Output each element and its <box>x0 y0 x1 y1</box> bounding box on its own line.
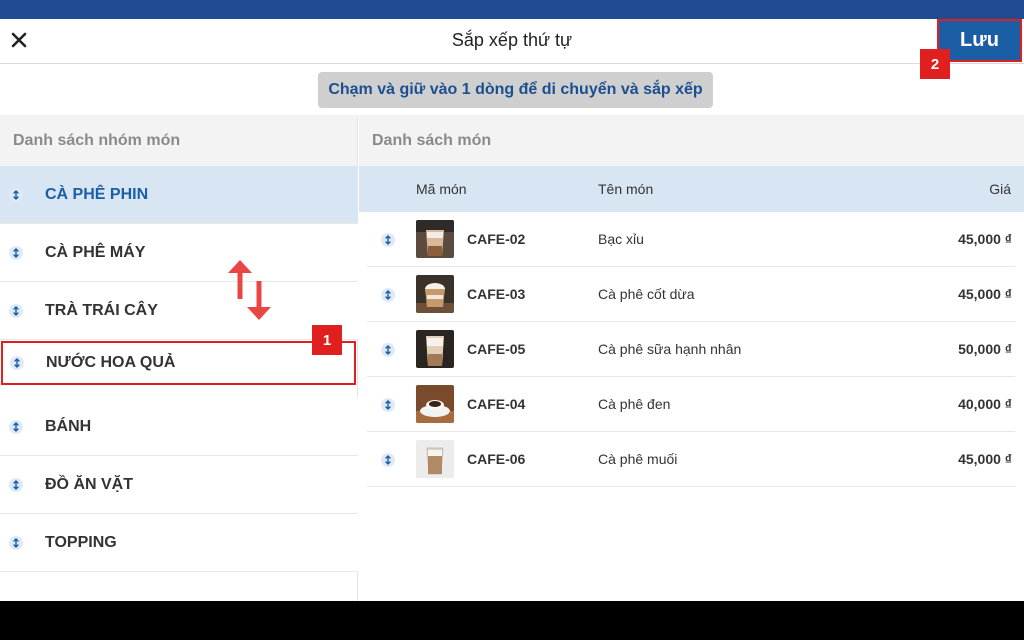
dish-code: CAFE-03 <box>467 286 526 302</box>
group-label: CÀ PHÊ MÁY <box>45 243 146 261</box>
bottom-bar <box>0 601 1024 640</box>
drag-handle-icon[interactable] <box>381 398 395 412</box>
drag-handle-icon[interactable] <box>9 245 23 260</box>
group-label: CÀ PHÊ PHIN <box>45 185 149 203</box>
dish-price: 40,000 ₫ <box>958 396 1012 412</box>
header-bar: Sắp xếp thứ tự Lưu <box>0 19 1024 64</box>
group-label: TOPPING <box>45 533 117 551</box>
group-row-banh[interactable]: BÁNH <box>0 398 358 456</box>
annotation-badge-2: 2 <box>920 49 950 79</box>
drag-handle-icon[interactable] <box>381 453 395 467</box>
dish-thumbnail <box>416 385 454 423</box>
group-row-ca-phe-phin[interactable]: CÀ PHÊ PHIN <box>0 166 358 224</box>
dish-row-cafe-02[interactable]: CAFE-02 Bạc xỉu 45,000 ₫ <box>367 212 1015 267</box>
group-row-ca-phe-may[interactable]: CÀ PHÊ MÁY <box>0 224 358 282</box>
group-label: BÁNH <box>45 417 92 435</box>
dish-code: CAFE-02 <box>467 231 526 247</box>
drag-handle-icon[interactable] <box>9 303 23 318</box>
group-row-topping[interactable]: TOPPING <box>0 514 358 572</box>
column-header-name: Tên món <box>598 181 654 197</box>
group-list-header: Danh sách nhóm món <box>0 115 357 166</box>
dish-name: Bạc xỉu <box>598 231 644 247</box>
column-header-code: Mã món <box>416 181 467 197</box>
drag-handle-icon[interactable] <box>9 187 23 202</box>
dish-name: Cà phê sữa hạnh nhân <box>598 341 742 357</box>
group-label: ĐỒ ĂN VẶT <box>45 475 133 493</box>
drag-handle-icon[interactable] <box>381 233 395 247</box>
hint-area: Chạm và giữ vào 1 dòng để di chuyển và s… <box>0 64 1024 115</box>
dish-thumbnail <box>416 330 454 368</box>
group-row-do-an-vat[interactable]: ĐỒ ĂN VẶT <box>0 456 358 514</box>
page-title: Sắp xếp thứ tự <box>451 30 573 50</box>
dish-row-cafe-06[interactable]: CAFE-06 Cà phê muối 45,000 ₫ <box>367 432 1015 487</box>
dish-code: CAFE-04 <box>467 396 526 412</box>
drag-handle-icon[interactable] <box>9 535 23 550</box>
dish-name: Cà phê muối <box>598 451 678 467</box>
group-label: NƯỚC HOA QUẢ <box>46 354 176 371</box>
dish-thumbnail <box>416 440 454 478</box>
column-header-price: Giá <box>989 181 1011 197</box>
dish-code: CAFE-06 <box>467 451 526 467</box>
annotation-badge-1: 1 <box>312 325 342 355</box>
reorder-arrows-icon <box>222 257 276 323</box>
dish-price: 45,000 ₫ <box>958 451 1012 467</box>
dragging-group-row-nuoc-hoa-qua[interactable]: NƯỚC HOA QUẢ <box>1 341 356 385</box>
group-row-tra-trai-cay[interactable]: TRÀ TRÁI CÂY <box>0 282 358 340</box>
dish-name: Cà phê cốt dừa <box>598 286 695 302</box>
drag-handle-icon[interactable] <box>10 356 24 370</box>
drag-handle-icon[interactable] <box>381 343 395 357</box>
dish-thumbnail <box>416 275 454 313</box>
drag-handle-icon[interactable] <box>9 477 23 492</box>
dish-code: CAFE-05 <box>467 341 526 357</box>
drag-handle-icon[interactable] <box>381 288 395 302</box>
dish-price: 45,000 ₫ <box>958 231 1012 247</box>
drag-handle-icon[interactable] <box>9 419 23 434</box>
hint-banner: Chạm và giữ vào 1 dòng để di chuyển và s… <box>318 72 713 108</box>
dish-name: Cà phê đen <box>598 396 671 412</box>
dish-list-panel: Danh sách món Mã món Tên món Giá CAFE-02 <box>359 115 1024 601</box>
group-label: TRÀ TRÁI CÂY <box>45 301 158 319</box>
dish-thumbnail <box>416 220 454 258</box>
status-bar <box>0 0 1024 19</box>
dish-list-header: Danh sách món <box>359 115 1024 166</box>
dish-row-cafe-05[interactable]: CAFE-05 Cà phê sữa hạnh nhân 50,000 ₫ <box>367 322 1015 377</box>
dish-price: 45,000 ₫ <box>958 286 1012 302</box>
dish-price: 50,000 ₫ <box>958 341 1012 357</box>
dish-table-header: Mã món Tên món Giá <box>359 166 1024 212</box>
dish-row-cafe-04[interactable]: CAFE-04 Cà phê đen 40,000 ₫ <box>367 377 1015 432</box>
dish-row-cafe-03[interactable]: CAFE-03 Cà phê cốt dừa 45,000 ₫ <box>367 267 1015 322</box>
sort-order-screen: Sắp xếp thứ tự Lưu Chạm và giữ vào 1 dòn… <box>0 19 1024 601</box>
